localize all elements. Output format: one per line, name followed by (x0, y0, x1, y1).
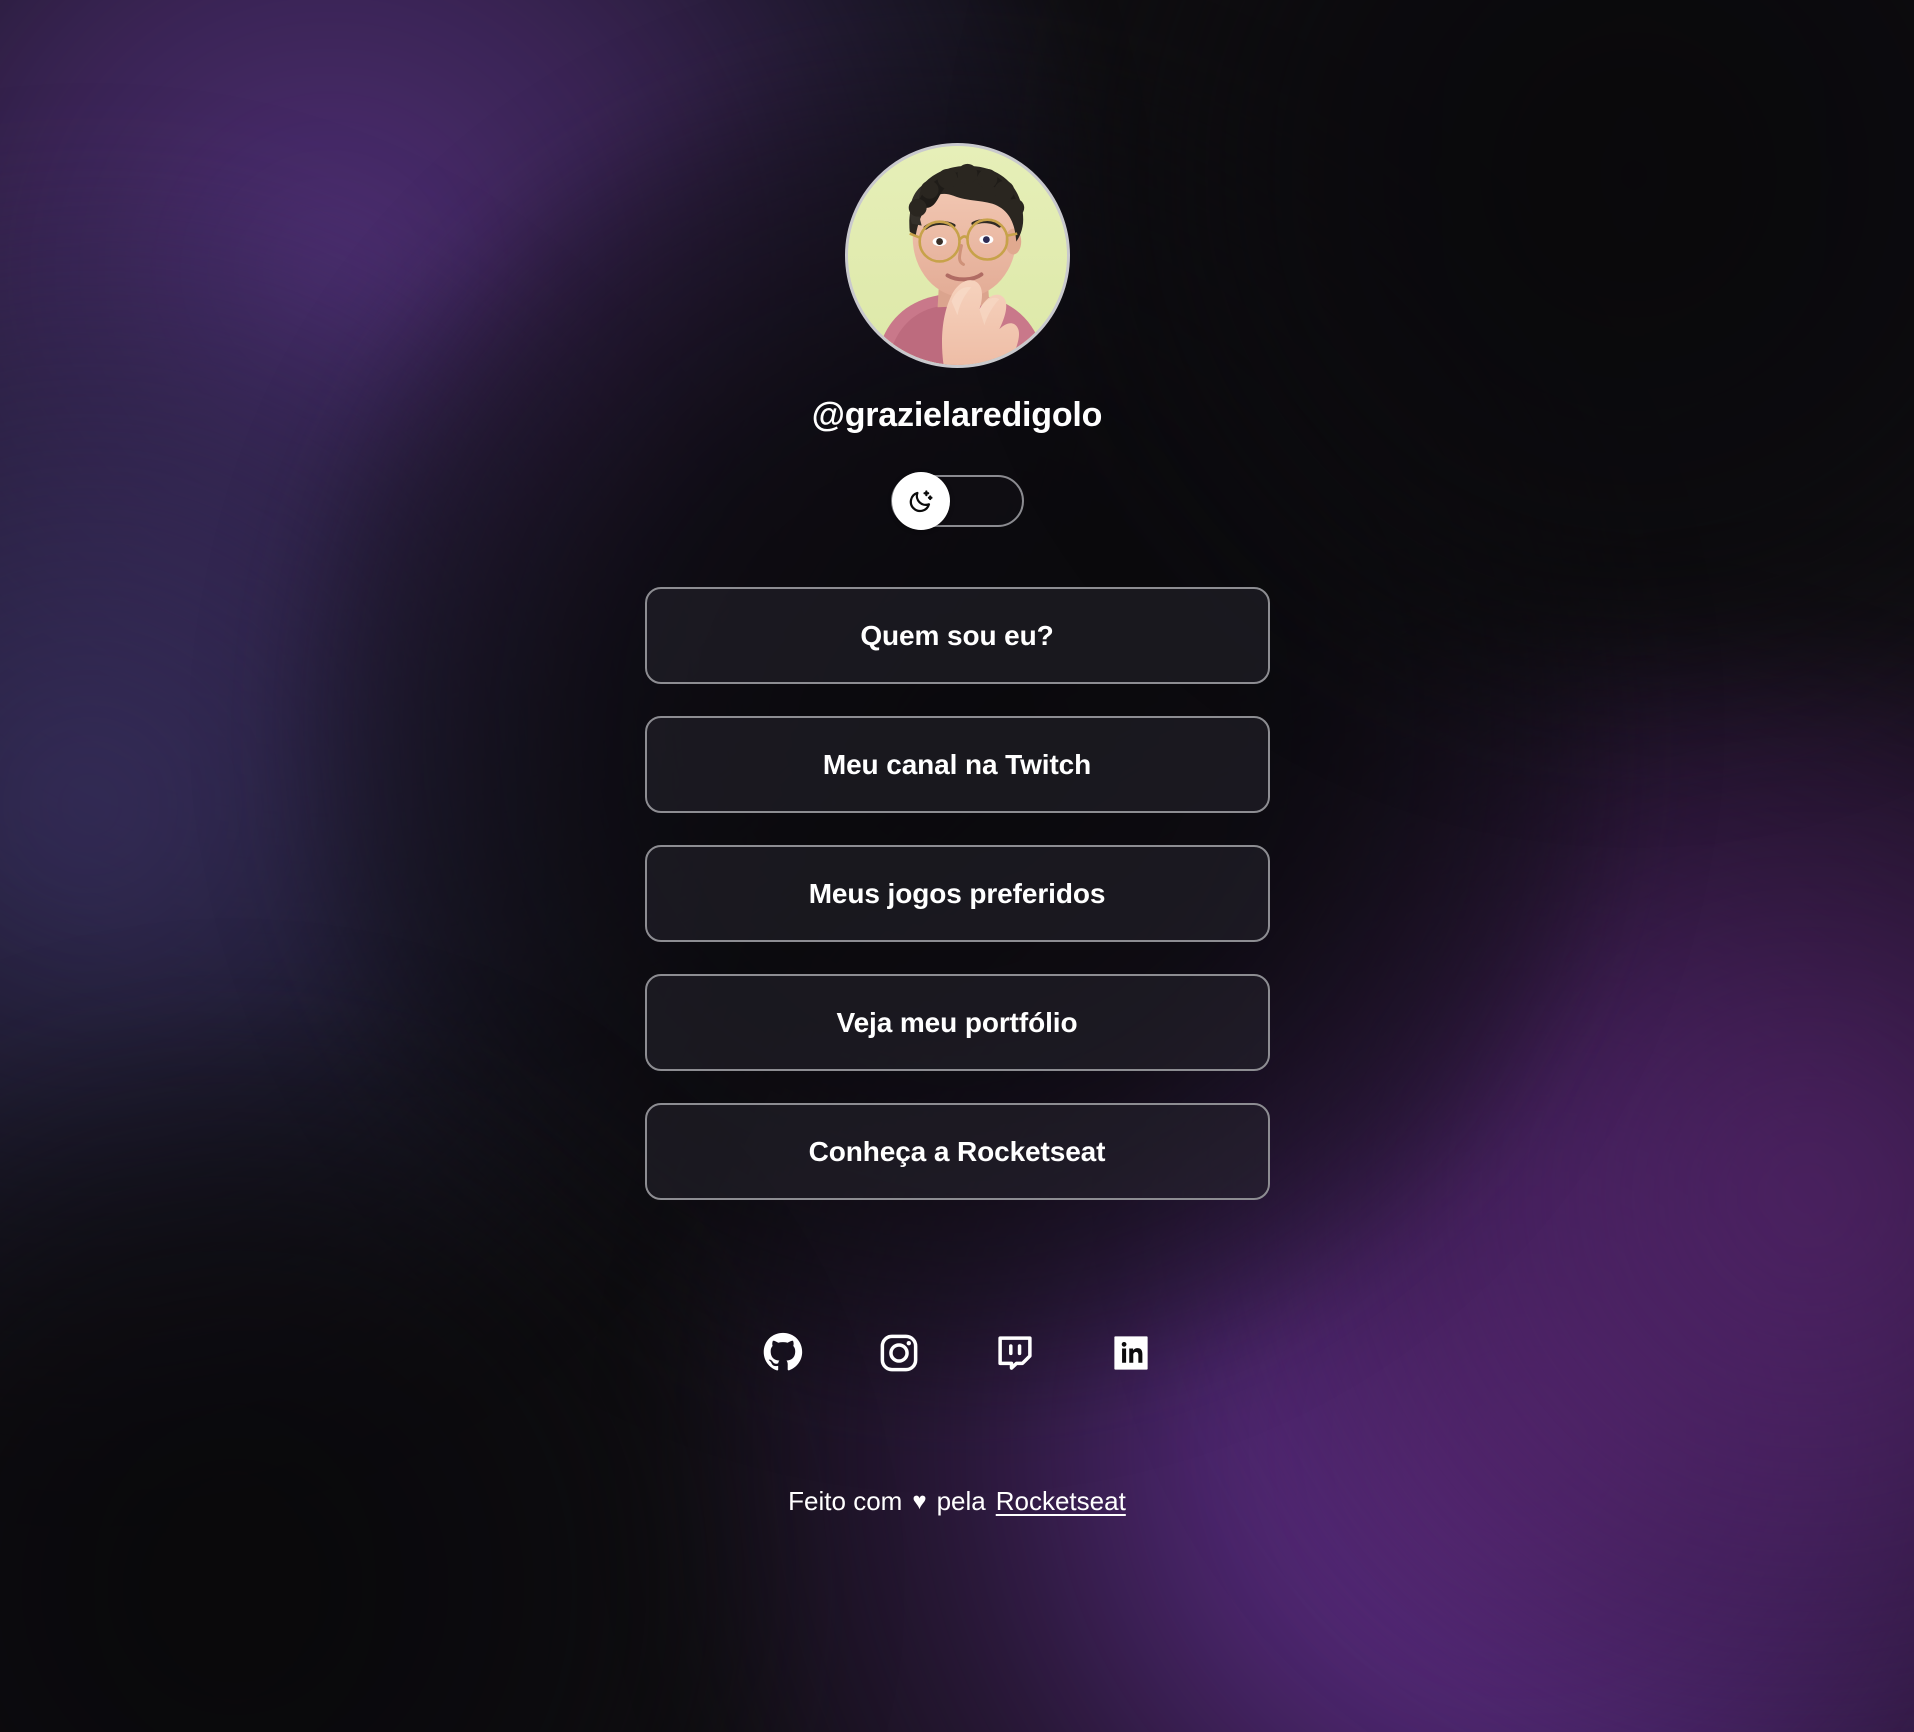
heart-icon: ♥ (912, 1487, 927, 1515)
twitch-icon (994, 1332, 1036, 1374)
link-rocketseat[interactable]: Conheça a Rocketseat (644, 1103, 1270, 1200)
link-canal-twitch[interactable]: Meu canal na Twitch (644, 716, 1270, 813)
footer-credit: Feito com ♥ pela Rocketseat (788, 1486, 1126, 1517)
footer-middle: pela (936, 1486, 986, 1516)
theme-toggle-knob (891, 472, 950, 530)
social-github[interactable] (760, 1330, 806, 1376)
profile-username: @grazielaredigolo (811, 396, 1103, 434)
social-instagram[interactable] (876, 1330, 922, 1376)
github-icon (762, 1332, 804, 1374)
footer-rocketseat-link[interactable]: Rocketseat (996, 1486, 1126, 1517)
link-jogos-preferidos[interactable]: Meus jogos preferidos (644, 845, 1270, 942)
avatar (844, 143, 1070, 368)
link-portfolio[interactable]: Veja meu portfólio (644, 974, 1270, 1071)
avatar-photo (847, 146, 1067, 365)
social-twitch[interactable] (992, 1330, 1038, 1376)
devlinks-page: @grazielaredigolo Quem sou eu? Meu canal… (0, 0, 1914, 1732)
social-linkedin[interactable] (1108, 1330, 1154, 1376)
theme-toggle-switch[interactable] (890, 472, 1024, 530)
linkedin-icon (1110, 1332, 1152, 1374)
moon-stars-icon (907, 488, 934, 515)
footer-prefix: Feito com (788, 1486, 903, 1516)
social-links (760, 1330, 1154, 1376)
instagram-icon (878, 1332, 920, 1374)
link-quem-sou-eu[interactable]: Quem sou eu? (644, 587, 1270, 684)
links-list: Quem sou eu? Meu canal na Twitch Meus jo… (644, 587, 1270, 1200)
